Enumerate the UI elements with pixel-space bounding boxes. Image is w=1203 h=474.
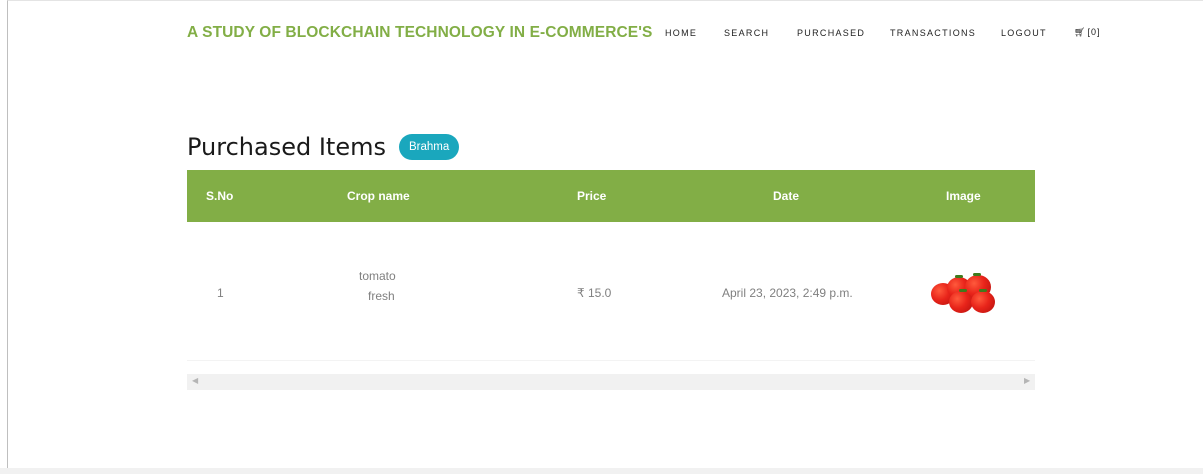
nav-transactions[interactable]: TRANSACTIONS [890, 28, 976, 38]
scroll-left-icon[interactable]: ◀ [192, 376, 198, 385]
horizontal-scrollbar[interactable]: ◀ ▶ [187, 374, 1035, 390]
cell-date: April 23, 2023, 2:49 p.m. [722, 286, 853, 300]
header-date: Date [773, 189, 800, 203]
nav-purchased[interactable]: PURCHASED [797, 28, 865, 38]
scroll-right-icon[interactable]: ▶ [1024, 376, 1030, 385]
user-badge: Brahma [399, 134, 460, 160]
cell-crop-name-line1: tomato [359, 269, 396, 283]
nav-logout[interactable]: LOGOUT [1001, 28, 1047, 38]
table-header: S.No Crop name Price Date Image [187, 170, 1035, 222]
nav-home[interactable]: HOME [665, 28, 697, 38]
header-sno: S.No [206, 189, 234, 203]
tomato-image [929, 271, 1001, 315]
cart-icon: 🛒︎ [1074, 27, 1087, 37]
cell-crop-name-line2: fresh [368, 289, 395, 303]
nav-search[interactable]: SEARCH [724, 28, 769, 38]
site-brand[interactable]: A STUDY OF BLOCKCHAIN TECHNOLOGY IN E-CO… [187, 24, 652, 42]
nav-cart[interactable]: 🛒︎[0] [1074, 27, 1100, 38]
header-crop-name: Crop name [347, 189, 410, 203]
page-title: Purchased Items [187, 133, 386, 161]
window-bottom-edge [0, 468, 1203, 474]
cell-sno: 1 [217, 286, 224, 300]
table-row: 1 tomato fresh ₹ 15.0 April 23, 2023, 2:… [187, 222, 1035, 361]
cart-count: [0] [1087, 27, 1101, 37]
header-price: Price [577, 189, 607, 203]
cell-price: ₹ 15.0 [577, 286, 612, 300]
header-image: Image [946, 189, 981, 203]
